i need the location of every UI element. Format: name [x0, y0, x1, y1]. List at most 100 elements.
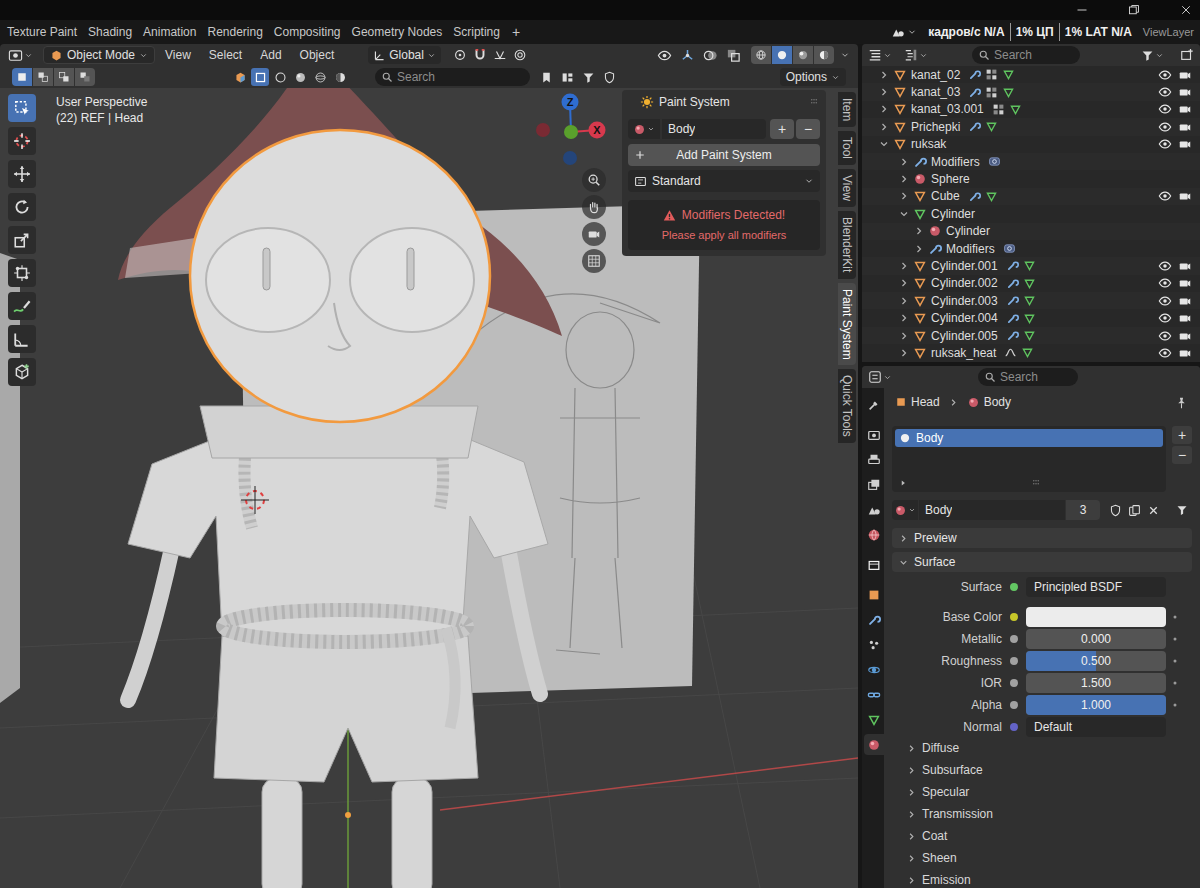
slider-field[interactable]: 1.000 — [1026, 695, 1166, 715]
unlink-icon[interactable] — [1147, 504, 1160, 517]
outliner-item-name[interactable]: kanat_03.001 — [911, 100, 984, 118]
breadcrumb-item[interactable]: Body — [984, 393, 1011, 411]
material-slot[interactable]: Body — [895, 429, 1163, 447]
tool-button[interactable] — [8, 160, 36, 188]
camera-icon[interactable] — [1178, 85, 1192, 99]
keyframe-dot-icon[interactable] — [1169, 677, 1181, 689]
options-dropdown[interactable]: Options — [780, 68, 846, 86]
add-workspace-button[interactable]: + — [506, 22, 526, 43]
scene-selector[interactable] — [891, 25, 917, 39]
zoom-button[interactable] — [582, 168, 606, 192]
shading-mode-button[interactable] — [751, 46, 771, 64]
menu-item[interactable]: Object — [292, 46, 343, 64]
shading-mode-button[interactable] — [814, 46, 834, 64]
eye-icon[interactable] — [1158, 120, 1172, 134]
modifier-icon[interactable] — [1006, 294, 1019, 307]
outliner-row[interactable]: Cylinder — [862, 205, 1200, 222]
chevron-right-icon[interactable] — [878, 121, 890, 133]
menu-item[interactable]: Select — [201, 46, 250, 64]
addon-button[interactable] — [231, 68, 249, 86]
tool-button[interactable] — [8, 193, 36, 221]
modifier-icon[interactable] — [1006, 277, 1019, 290]
resize-grip-icon[interactable] — [1030, 477, 1042, 489]
slider-track[interactable]: 0.500 — [1026, 651, 1166, 671]
modifier-icon[interactable] — [968, 68, 981, 81]
eye-icon[interactable] — [1158, 102, 1172, 116]
camera-icon[interactable] — [1178, 329, 1192, 343]
search-input[interactable] — [397, 68, 524, 86]
gizmo-axis-circle[interactable] — [562, 94, 579, 111]
menu-item[interactable]: View — [157, 46, 199, 64]
editor-type-button[interactable] — [868, 370, 892, 384]
properties-tab[interactable] — [864, 449, 884, 470]
tool-button[interactable] — [8, 226, 36, 254]
outliner-row[interactable]: Cylinder.002 — [862, 275, 1200, 292]
selection-mode-button[interactable] — [75, 68, 95, 86]
chevron-right-icon[interactable] — [878, 103, 890, 115]
panel-header[interactable]: Surface — [892, 552, 1192, 572]
selection-mode-button[interactable] — [33, 68, 53, 86]
chevron-right-icon[interactable] — [913, 243, 925, 255]
bookmark-icon[interactable] — [540, 71, 553, 84]
shader-field[interactable]: Principled BSDF — [1026, 577, 1166, 597]
mesh-icon[interactable] — [1023, 277, 1036, 290]
breadcrumb-item[interactable]: Head — [911, 393, 940, 411]
filter-icon[interactable] — [1176, 504, 1188, 516]
outliner-row[interactable]: ruksak_heat — [862, 344, 1200, 361]
workspace-tab[interactable]: Shading — [83, 22, 137, 42]
chevron-right-icon[interactable] — [898, 156, 910, 168]
search-field[interactable] — [972, 46, 1080, 64]
filter-icon[interactable] — [582, 71, 595, 84]
maximize-icon[interactable] — [1128, 4, 1140, 16]
properties-tab[interactable] — [864, 609, 884, 630]
outliner-row[interactable]: Sphere — [862, 170, 1200, 187]
chevron-right-icon[interactable] — [898, 260, 910, 272]
modifier-icon[interactable] — [968, 86, 981, 99]
subpanel-header[interactable]: Diffuse — [892, 737, 1192, 759]
outliner-row[interactable]: Prichepki — [862, 118, 1200, 135]
outliner-item-name[interactable]: Cylinder.002 — [931, 274, 998, 292]
properties-tab[interactable] — [864, 584, 884, 605]
outliner-row[interactable]: kanat_02 — [862, 66, 1200, 83]
addon-button[interactable] — [251, 68, 269, 86]
material-name-field[interactable]: Body — [919, 500, 1065, 520]
addon-button[interactable] — [291, 68, 309, 86]
color-swatch[interactable] — [1026, 607, 1166, 627]
camera-icon[interactable] — [1178, 137, 1192, 151]
outliner-item-name[interactable]: Cylinder.003 — [931, 292, 998, 310]
shading-mode-button[interactable] — [793, 46, 813, 64]
addon-button[interactable] — [311, 68, 329, 86]
outliner-row[interactable]: ruksak — [862, 136, 1200, 153]
workspace-tab[interactable]: Animation — [138, 22, 201, 42]
hook-icon[interactable] — [1004, 346, 1017, 359]
subpanel-header[interactable]: Specular — [892, 781, 1192, 803]
camera-icon[interactable] — [1178, 276, 1192, 290]
slider-field[interactable]: 0.000 — [1026, 629, 1166, 649]
outliner-item-name[interactable]: ruksak — [911, 135, 946, 153]
remove-button[interactable]: − — [796, 119, 820, 139]
slider-track[interactable]: 1.000 — [1026, 695, 1166, 715]
display-mode-button[interactable] — [904, 48, 928, 62]
camera-icon[interactable] — [1178, 120, 1192, 134]
outliner-row[interactable]: kanat_03.001 — [862, 101, 1200, 118]
outliner-row[interactable]: Cube — [862, 188, 1200, 205]
tool-button[interactable] — [8, 127, 36, 155]
outliner-item-name[interactable]: kanat_03 — [911, 83, 960, 101]
modifier-icon[interactable] — [1006, 312, 1019, 325]
camera-icon[interactable] — [1178, 102, 1192, 116]
grid-button[interactable] — [582, 249, 606, 273]
side-reference-plane[interactable] — [0, 253, 20, 703]
outliner-item-name[interactable]: Cylinder — [946, 222, 990, 240]
eye-icon[interactable] — [1158, 294, 1172, 308]
navigation-gizmo[interactable]: ZX — [533, 90, 609, 170]
properties-tab[interactable] — [864, 554, 884, 575]
properties-tab[interactable] — [864, 424, 884, 445]
vertex-groups-icon[interactable] — [985, 68, 998, 81]
number-field[interactable]: 1.500 — [1026, 673, 1166, 693]
outliner-item-name[interactable]: Cylinder.005 — [931, 327, 998, 345]
material-browse-button[interactable] — [892, 500, 918, 520]
properties-tab[interactable] — [864, 499, 884, 520]
expand-list-icon[interactable] — [898, 478, 908, 488]
mesh-icon[interactable] — [1002, 86, 1015, 99]
mesh-icon[interactable] — [1023, 329, 1036, 342]
